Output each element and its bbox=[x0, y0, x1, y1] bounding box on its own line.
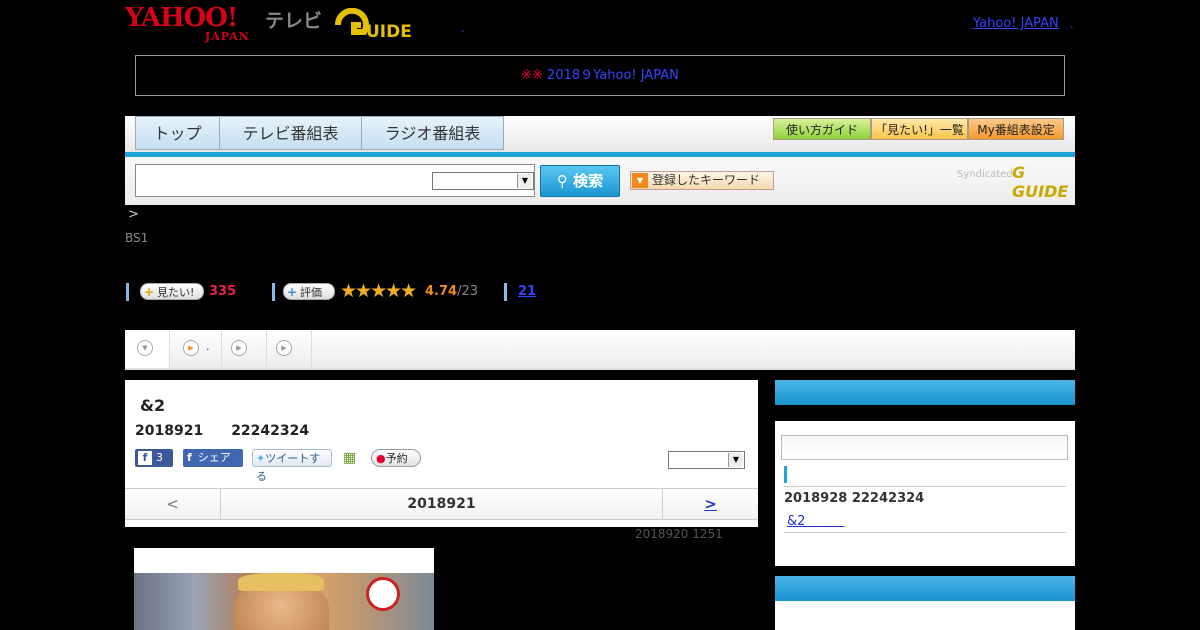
channel-name: BS1 bbox=[125, 231, 149, 245]
facebook-share-button[interactable]: f シェア bbox=[183, 449, 243, 467]
date-navigation: < 2018921 > bbox=[125, 488, 758, 520]
tv-label: テレビ bbox=[265, 10, 323, 32]
keyword-label: 登録したキーワード bbox=[652, 173, 761, 187]
main-nav: トップ テレビ番組表 ラジオ番組表 使い方ガイド 「見たい!」一覧 My番組表設… bbox=[125, 116, 1075, 157]
my-schedule-button[interactable]: My番組表設定 bbox=[968, 118, 1064, 140]
rate-button[interactable]: + 評価 bbox=[283, 283, 335, 300]
rate-label: 評価 bbox=[300, 286, 322, 299]
search-button-label: 検索 bbox=[573, 172, 604, 190]
syndicated-label: Syndicated bbox=[957, 169, 1013, 180]
record-dot-icon: ● bbox=[376, 452, 386, 465]
prev-date-button[interactable]: < bbox=[125, 489, 221, 519]
tweet-label: ツイートする bbox=[256, 452, 321, 483]
media-tab-2-label: . bbox=[206, 340, 210, 353]
svg-text:UIDE: UIDE bbox=[366, 22, 412, 42]
yahoo-japan-link[interactable]: Yahoo! JAPAN bbox=[973, 16, 1059, 31]
dropdown-circle-icon: ▼ bbox=[137, 340, 153, 356]
want-count: 335 bbox=[209, 284, 237, 299]
program-photo-frame bbox=[134, 548, 434, 630]
search-category-select[interactable]: ▼ bbox=[432, 172, 534, 190]
side-panel-header bbox=[775, 380, 1075, 405]
notice-link[interactable]: 2018９Yahoo! JAPAN bbox=[547, 68, 757, 83]
media-tab-1[interactable]: ▼ bbox=[125, 330, 170, 368]
search-icon: ⚲ bbox=[556, 172, 568, 190]
reserve-button[interactable]: ●予約 bbox=[371, 449, 421, 467]
play-icon: ▶ bbox=[231, 340, 247, 356]
rating-count: /23 bbox=[457, 284, 478, 299]
updated-time: 2018920 1251 bbox=[635, 527, 723, 541]
search-button[interactable]: ⚲ 検索 bbox=[540, 165, 620, 197]
facebook-icon: f bbox=[138, 451, 152, 465]
facebook-like-button[interactable]: f3 bbox=[135, 449, 173, 467]
rating-value: 4.74/23 bbox=[425, 284, 478, 299]
media-tabs: ▼ ▶ . ▶ ▶ bbox=[125, 330, 1075, 370]
next-air-program-link[interactable]: &2 bbox=[787, 510, 844, 529]
header-dot-link-2[interactable]: . bbox=[1070, 18, 1074, 31]
tab-tv-schedule[interactable]: テレビ番組表 bbox=[219, 116, 362, 150]
japan-logo-text: JAPAN bbox=[205, 30, 250, 43]
calendar-add-icon[interactable]: ▦ bbox=[343, 449, 359, 467]
divider bbox=[784, 532, 1066, 533]
side-section-marker bbox=[784, 466, 787, 483]
notice-mark: ※※ bbox=[521, 68, 543, 83]
tweet-button[interactable]: ✦ツイートする bbox=[252, 449, 332, 483]
next-date-link[interactable]: > bbox=[662, 489, 758, 519]
yahoo-logo-text: YAHOO! bbox=[125, 3, 238, 33]
reserve-label: 予約 bbox=[385, 452, 408, 465]
program-select[interactable]: ▼ bbox=[668, 451, 745, 469]
plus-icon: + bbox=[287, 285, 298, 299]
want-button[interactable]: + 見たい! bbox=[140, 283, 204, 300]
want-label: 見たい! bbox=[157, 286, 195, 299]
stat-divider bbox=[126, 283, 129, 301]
guide-button[interactable]: 使い方ガイド bbox=[773, 118, 871, 140]
side-panel-2-header bbox=[775, 576, 1075, 601]
play-icon: ▶ bbox=[276, 340, 292, 356]
chevron-down-icon: ▼ bbox=[728, 453, 743, 467]
facebook-count: 3 bbox=[156, 451, 163, 464]
program-title: &2 bbox=[140, 396, 166, 415]
media-tab-3[interactable]: ▶ bbox=[222, 330, 267, 368]
dropdown-arrow-icon: ▼ bbox=[632, 173, 648, 188]
registered-keyword-button[interactable]: ▼ 登録したキーワード bbox=[630, 171, 774, 190]
program-date: 2018921 22242324 bbox=[135, 423, 310, 439]
yahoo-japan-logo[interactable]: YAHOO! JAPAN bbox=[125, 3, 262, 43]
header-dot-link[interactable]: . bbox=[461, 22, 465, 35]
breadcrumb[interactable]: > bbox=[128, 207, 139, 222]
chevron-down-icon: ▼ bbox=[517, 174, 532, 188]
rating-number: 4.74 bbox=[425, 284, 458, 299]
no-sign-poster bbox=[366, 577, 400, 611]
current-date: 2018921 bbox=[407, 496, 476, 512]
program-detail: &2 2018921 22242324 f3 f シェア ✦ツイートする ▦ ●予… bbox=[125, 380, 758, 527]
side-panel-2 bbox=[775, 576, 1075, 630]
play-icon: ▶ bbox=[183, 340, 199, 356]
side-panel: 2018928 22242324 &2 bbox=[775, 380, 1075, 566]
stat-divider bbox=[272, 283, 275, 301]
stat-divider bbox=[504, 283, 507, 301]
search-bar: ▼ ⚲ 検索 ▼ 登録したキーワード Syndicated G GUIDE bbox=[125, 157, 1075, 205]
want-list-button[interactable]: 「見たい!」一覧 bbox=[871, 118, 968, 140]
tab-radio-schedule[interactable]: ラジオ番組表 bbox=[361, 116, 504, 150]
plus-icon: + bbox=[144, 285, 155, 299]
next-air-time: 2018928 22242324 bbox=[784, 491, 925, 506]
facebook-icon: f bbox=[187, 451, 192, 464]
gguide-small-logo: G GUIDE bbox=[1012, 163, 1069, 201]
notice-box: ※※ 2018９Yahoo! JAPAN bbox=[135, 55, 1065, 96]
twitter-bird-icon: ✦ bbox=[256, 452, 266, 465]
tab-top[interactable]: トップ bbox=[135, 116, 220, 150]
rating-stars: ★★★★★ bbox=[340, 280, 417, 302]
media-tab-4[interactable]: ▶ bbox=[267, 330, 312, 368]
comments-link[interactable]: 21 bbox=[518, 284, 536, 299]
person-hair bbox=[238, 573, 324, 591]
gguide-logo[interactable]: UIDE bbox=[334, 7, 434, 42]
program-photo[interactable] bbox=[134, 573, 434, 630]
side-search-field[interactable] bbox=[781, 435, 1068, 460]
side-panel-subheader bbox=[775, 405, 1075, 421]
share-label: シェア bbox=[197, 451, 231, 464]
divider bbox=[784, 486, 1066, 487]
media-tab-2[interactable]: ▶ . bbox=[170, 330, 222, 368]
